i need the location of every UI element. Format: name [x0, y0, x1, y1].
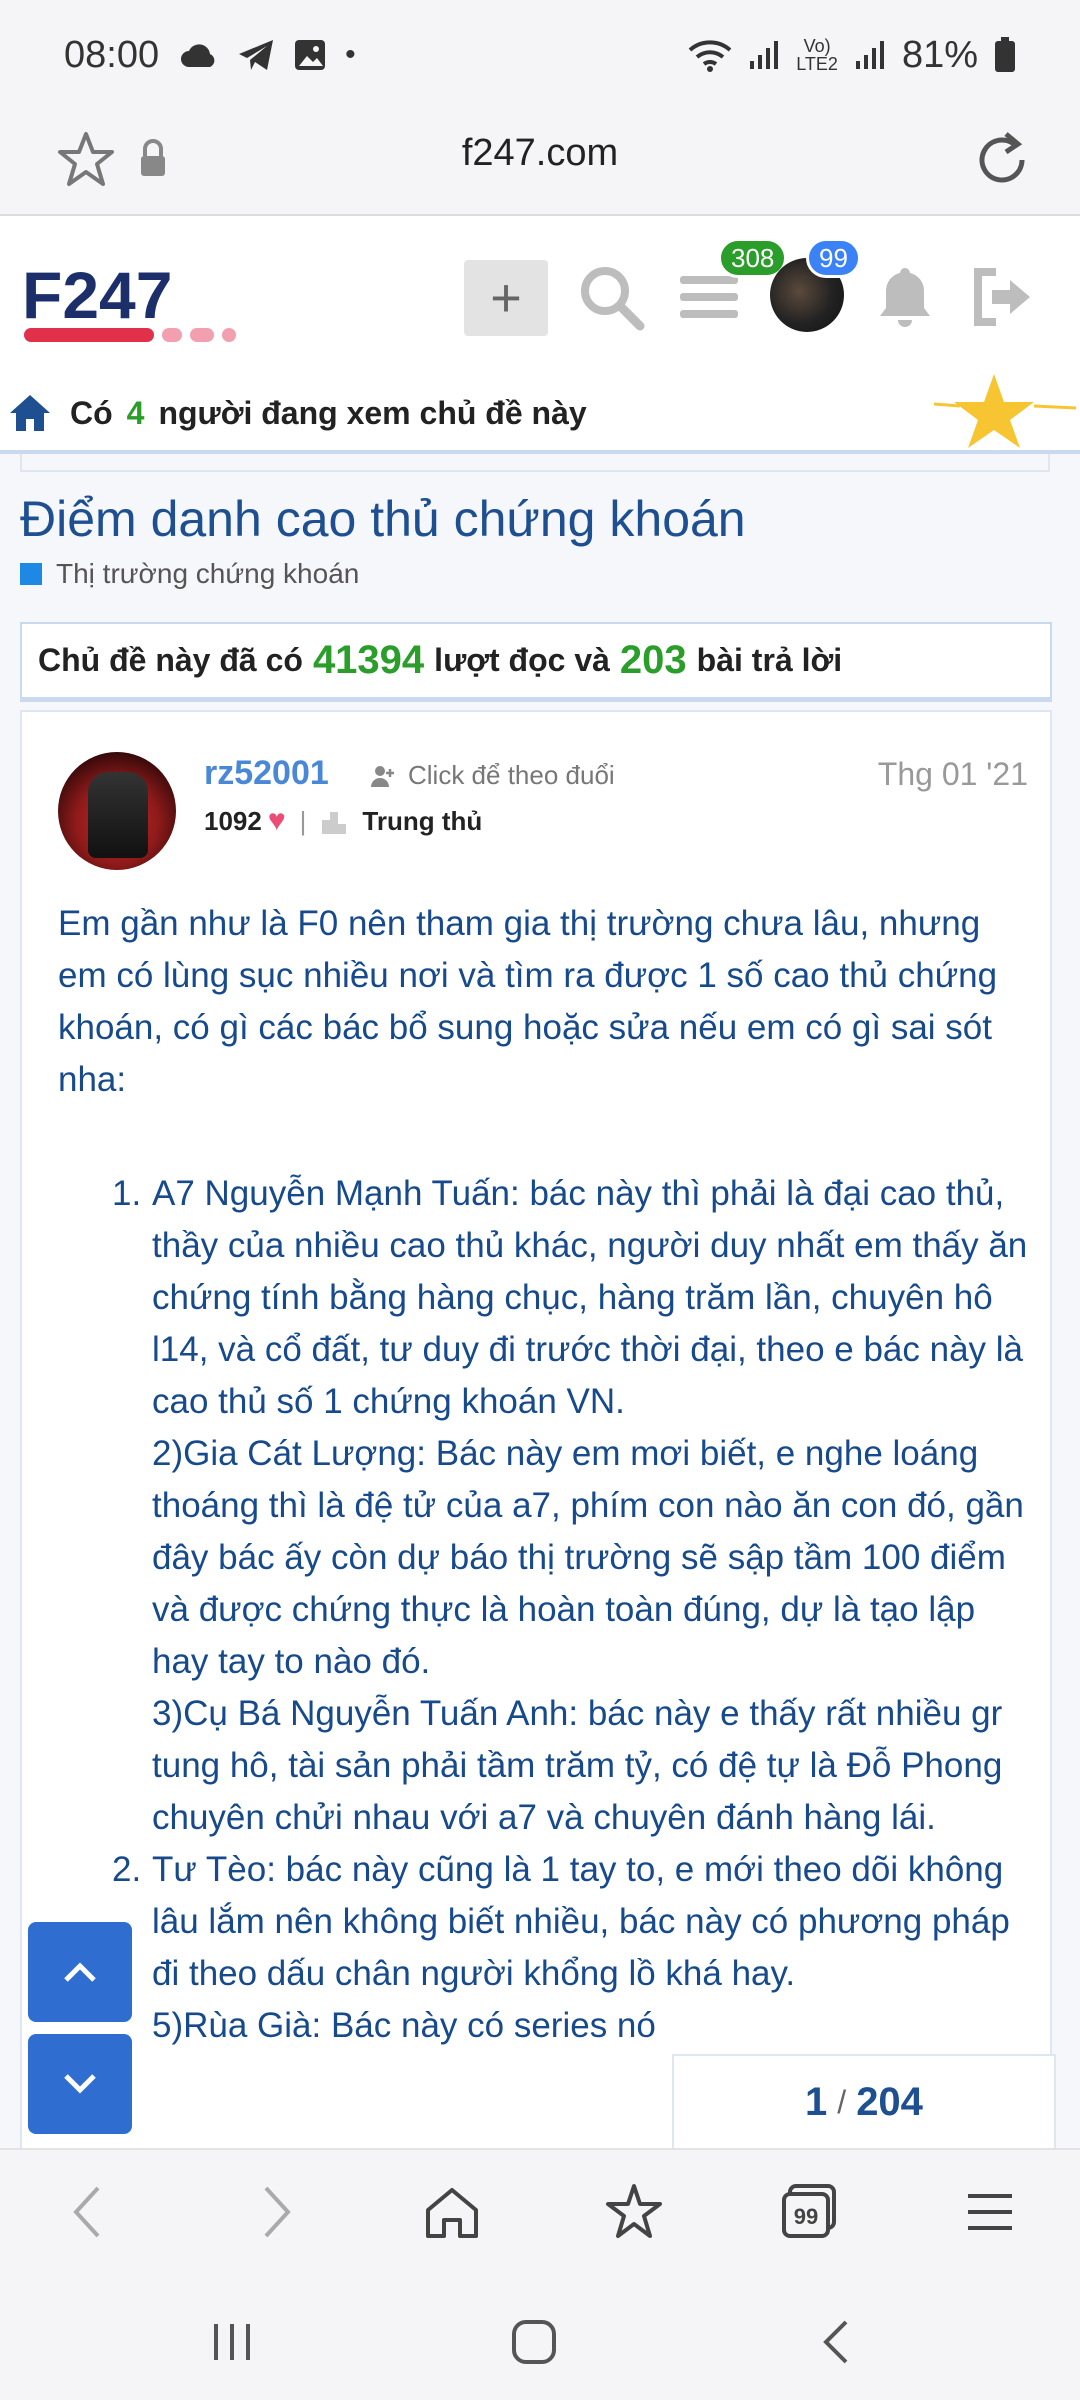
status-bar: 08:00 • Vo) LTE2 81% [0, 0, 1080, 110]
bell-icon[interactable] [870, 262, 940, 332]
post-list: 1. A7 Nguyễn Mạnh Tuấn: bác này thì phải … [58, 1168, 1038, 2052]
frame-divider [20, 454, 1050, 472]
list-item: 2. Tư Tèo: bác này cũng là 1 tay to, e mớ… [58, 1844, 1038, 2000]
svg-text:99: 99 [794, 2204, 818, 2229]
wifi-icon [688, 40, 732, 72]
total-posts: 204 [856, 2079, 923, 2124]
list-item: 2)Gia Cát Lượng: Bác này em mơi biết, e … [58, 1428, 1038, 1688]
logo-text: F247 [22, 260, 172, 332]
home-button-icon[interactable] [506, 2314, 562, 2370]
recent-apps-icon[interactable] [204, 2314, 260, 2370]
avatar-badge: 99 [806, 238, 861, 278]
chevron-up-icon [64, 1962, 96, 1982]
signal-icon [750, 41, 779, 69]
back-icon[interactable] [58, 2180, 122, 2244]
replies-count: 203 [619, 638, 687, 682]
menu-nav-icon[interactable] [958, 2180, 1022, 2244]
back-button-icon[interactable] [810, 2314, 866, 2370]
list-item: 5)Rùa Già: Bác này có series nó [58, 2000, 1038, 2052]
replies-label: bài trả lời [696, 642, 843, 678]
reload-icon[interactable] [970, 128, 1034, 192]
scroll-up-button[interactable] [28, 1922, 132, 2022]
post-intro: Em gần như là F0 nên tham gia thị trường… [58, 904, 998, 1099]
scroll-down-button[interactable] [28, 2034, 132, 2134]
battery-icon [995, 37, 1015, 72]
thread-stats: Chủ đề này đã có 41394 lượt đọc và 203 b… [20, 622, 1052, 702]
volte-icon: Vo) LTE2 [796, 36, 838, 74]
follow-user-icon [371, 765, 394, 787]
list-text: A7 Nguyễn Mạnh Tuấn: bác này thì phải là… [152, 1174, 1028, 1421]
author-meta: 1092 ♥ | Trung thủ [204, 804, 482, 838]
author-likes: 1092 [204, 805, 262, 836]
create-post-button[interactable]: + [464, 260, 548, 336]
author-rank: Trung thủ [362, 805, 483, 836]
page-indicator[interactable]: 1 / 204 [672, 2054, 1056, 2148]
author-avatar[interactable] [58, 752, 176, 870]
views-count: 41394 [312, 638, 425, 682]
post-body: Em gần như là F0 nên tham gia thị trường… [58, 898, 1038, 2052]
list-text: Tư Tèo: bác này cũng là 1 tay to, e mới … [152, 1850, 1010, 1993]
author-username[interactable]: rz52001 [204, 754, 329, 793]
tabs-icon[interactable]: 99 [778, 2180, 842, 2244]
current-post-number: 1 [805, 2079, 828, 2124]
viewers-prefix: Có [70, 394, 113, 431]
logout-icon[interactable] [966, 262, 1036, 332]
system-nav-bar [0, 2274, 1080, 2400]
forum-color-square-icon [20, 563, 42, 585]
forum-name: Thị trường chứng khoán [56, 558, 360, 589]
home-nav-icon[interactable] [420, 2180, 484, 2244]
views-label: lượt đọc và [434, 642, 610, 678]
rank-icon [322, 812, 347, 834]
list-item: 1. A7 Nguyễn Mạnh Tuấn: bác này thì phải … [58, 1168, 1038, 1428]
home-icon[interactable] [8, 391, 52, 435]
list-text: 2)Gia Cát Lượng: Bác này em mơi biết, e … [152, 1434, 1024, 1681]
heart-icon: ♥ [267, 804, 286, 837]
list-number: 1. [112, 1174, 142, 1213]
bookmarks-icon[interactable] [602, 2180, 666, 2244]
list-text: 5)Rùa Già: Bác này có series nó [152, 2006, 656, 2045]
browser-bottom-nav: 99 [0, 2148, 1080, 2274]
page-slash: / [837, 2083, 847, 2120]
viewers-count: 4 [126, 394, 145, 431]
list-number: 2. [112, 1850, 142, 1889]
cloud-icon [181, 44, 215, 67]
url-domain[interactable]: f247.com [0, 132, 1080, 175]
url-bar: f247.com [0, 110, 1080, 216]
forward-icon[interactable] [242, 2180, 306, 2244]
stats-prefix: Chủ đề này đã có [38, 642, 303, 678]
dot-icon: • [345, 38, 356, 71]
follow-label: Click để theo đuổi [408, 760, 615, 790]
signal-icon-2 [855, 41, 884, 69]
post-date: Thg 01 '21 [877, 756, 1028, 792]
battery-level: 81% [901, 33, 978, 76]
forum-link[interactable]: Thị trường chứng khoán [20, 558, 359, 590]
viewers-bar: Có 4 người đang xem chủ đề này [0, 374, 1080, 473]
status-time: 08:00 [64, 33, 160, 76]
viewers-suffix: người đang xem chủ đề này [158, 394, 587, 431]
site-logo[interactable]: F247 [22, 260, 292, 350]
gallery-icon [295, 40, 326, 70]
list-text: 3)Cụ Bá Nguyễn Tuấn Anh: bác này e thấy … [152, 1694, 1003, 1837]
thread-title: Điểm danh cao thủ chứng khoán [20, 491, 746, 547]
follow-button[interactable]: Click để theo đuổi [370, 760, 615, 791]
meta-separator: | [299, 805, 307, 836]
list-item: 3)Cụ Bá Nguyễn Tuấn Anh: bác này e thấy … [58, 1688, 1038, 1844]
chevron-down-icon [64, 2074, 96, 2094]
telegram-icon [239, 40, 274, 70]
post: rz52001 Click để theo đuổi Thg 01 '21 10… [20, 710, 1052, 2148]
site-header: F247 + 308 99 [0, 216, 1080, 376]
thread-content: Điểm danh cao thủ chứng khoán Thị trường… [0, 454, 1080, 2148]
search-icon[interactable] [576, 262, 646, 332]
